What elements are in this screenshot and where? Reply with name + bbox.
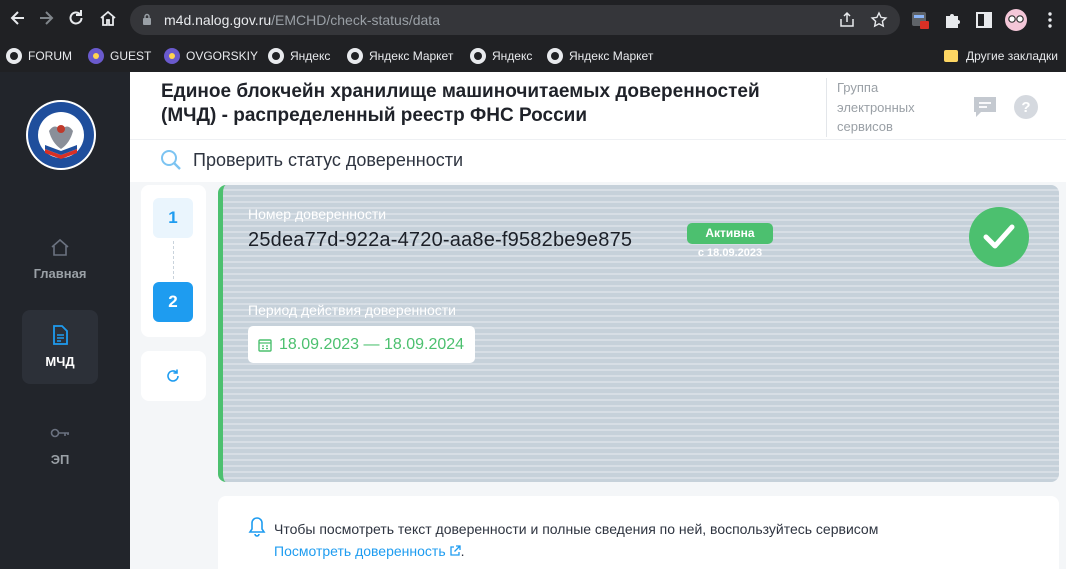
lock-icon [143,13,151,25]
globe-icon [268,48,284,64]
section-title: Проверить статус доверенности [193,150,464,170]
help-icon[interactable]: ? [1013,94,1039,120]
browser-toolbar: m4d.nalog.gov.ru/EMCHD/check-status/data [0,0,1066,40]
step-connector [173,241,174,279]
arrow-right-icon [40,11,54,25]
reload-icon [69,10,83,25]
services-group-link[interactable]: Группа электронных сервисов [826,78,936,137]
globe-icon [547,48,563,64]
bookmark-star-icon[interactable] [870,11,888,29]
page-title: Единое блокчейн хранилище машиночитаемых… [161,81,760,126]
period-value: 18.09.2023 — 18.09.2024 [279,335,465,353]
reload-button[interactable] [64,8,88,32]
menu-icon[interactable] [1040,10,1060,30]
period-label: Период действия доверенности [248,302,456,318]
arrow-left-icon [10,11,24,25]
notice-body: Чтобы посмотреть текст доверенности и по… [274,521,879,537]
globe-icon [470,48,486,64]
sidebar-item-home[interactable]: Главная [22,222,98,296]
site-icon [88,48,104,64]
svg-text:?: ? [1021,99,1030,116]
bookmark-label: FORUM [28,49,72,63]
number-label: Номер доверенности [248,206,387,222]
bookmark-label: Яндекс Маркет [569,49,654,63]
sidebar-item-label: Главная [33,266,87,281]
step-1[interactable]: 1 [153,198,193,238]
notice-tail: . [460,543,465,559]
page-header: Единое блокчейн хранилище машиночитаемых… [130,72,1066,140]
bookmark-label: OVGORSKIY [186,49,259,63]
bookmark-guest[interactable]: GUEST [88,47,151,65]
bell-icon [248,517,266,537]
url-host: m4d.nalog.gov.ru [164,12,272,28]
other-bookmarks[interactable]: Другие закладки [944,47,1058,65]
sidebar-item-ep[interactable]: ЭП [22,408,98,482]
bookmark-yandex-market[interactable]: Яндекс Маркет [547,47,653,65]
document-icon [53,325,68,345]
external-link-icon[interactable] [449,545,461,557]
bookmark-label: Яндекс [290,49,331,63]
search-icon [161,150,181,170]
share-icon[interactable] [838,11,856,29]
folder-icon [944,50,958,62]
globe-icon [347,48,363,64]
bookmark-ovgorskiy[interactable]: OVGORSKIY [164,47,258,65]
status-card: Номер доверенности 25dea77d-922a-4720-aa… [218,185,1059,482]
restart-button[interactable] [141,351,206,401]
home-icon [51,238,69,256]
address-bar[interactable]: m4d.nalog.gov.ru/EMCHD/check-status/data [130,5,900,35]
notice-text: Чтобы посмотреть текст доверенности и по… [274,518,924,562]
sidebar-item-label: ЭП [50,452,70,467]
check-circle-icon [969,207,1029,267]
sidebar-item-mchd[interactable]: МЧД [22,310,98,384]
side-panel-icon[interactable] [974,10,994,30]
poa-number: 25dea77d-922a-4720-aa8e-f9582be9e875 [248,229,633,251]
home-button[interactable] [96,8,120,32]
browser-chrome: m4d.nalog.gov.ru/EMCHD/check-status/data… [0,0,1066,72]
forward-button[interactable] [34,8,58,32]
profile-avatar[interactable] [1004,8,1028,32]
extension-icon[interactable] [910,10,930,30]
bookmark-label: Яндекс [492,49,533,63]
chat-icon[interactable] [972,94,998,120]
sidebar-item-label: МЧД [45,354,75,369]
step-2[interactable]: 2 [153,282,193,322]
home-icon [100,10,116,26]
bookmark-yandex[interactable]: Яндекс [268,47,330,65]
fns-emblem-icon[interactable] [25,99,97,171]
calendar-icon [258,338,272,352]
step-indicator: 1 2 [141,185,206,337]
bookmark-label: GUEST [110,49,152,63]
subheader: Проверить статус доверенности [130,140,1066,182]
bookmark-label: Яндекс Маркет [369,49,454,63]
url-text: m4d.nalog.gov.ru/EMCHD/check-status/data [164,12,440,28]
bookmark-yandex[interactable]: Яндекс [470,47,532,65]
key-icon [50,428,69,438]
url-path: /EMCHD/check-status/data [271,12,440,28]
status-date: с 18.09.2023 [697,247,763,259]
bookmark-forum[interactable]: FORUM [6,47,72,65]
other-bookmarks-label: Другие закладки [966,49,1058,63]
bookmark-yandex-market[interactable]: Яндекс Маркет [347,47,453,65]
status-badge: Активна [687,223,773,244]
site-icon [164,48,180,64]
validity-period: 18.09.2023 — 18.09.2024 [248,326,476,363]
sidebar: Главная МЧД ЭП [0,72,130,569]
puzzle-icon[interactable] [942,10,962,30]
globe-icon [6,48,22,64]
bookmarks-bar: FORUM GUEST OVGORSKIY Яндекс Яндекс Марк… [0,40,1066,72]
info-notice: Чтобы посмотреть текст доверенности и по… [218,496,1059,569]
back-button[interactable] [6,8,30,32]
view-poa-link[interactable]: Посмотреть доверенность [274,543,446,559]
refresh-icon [167,369,179,382]
